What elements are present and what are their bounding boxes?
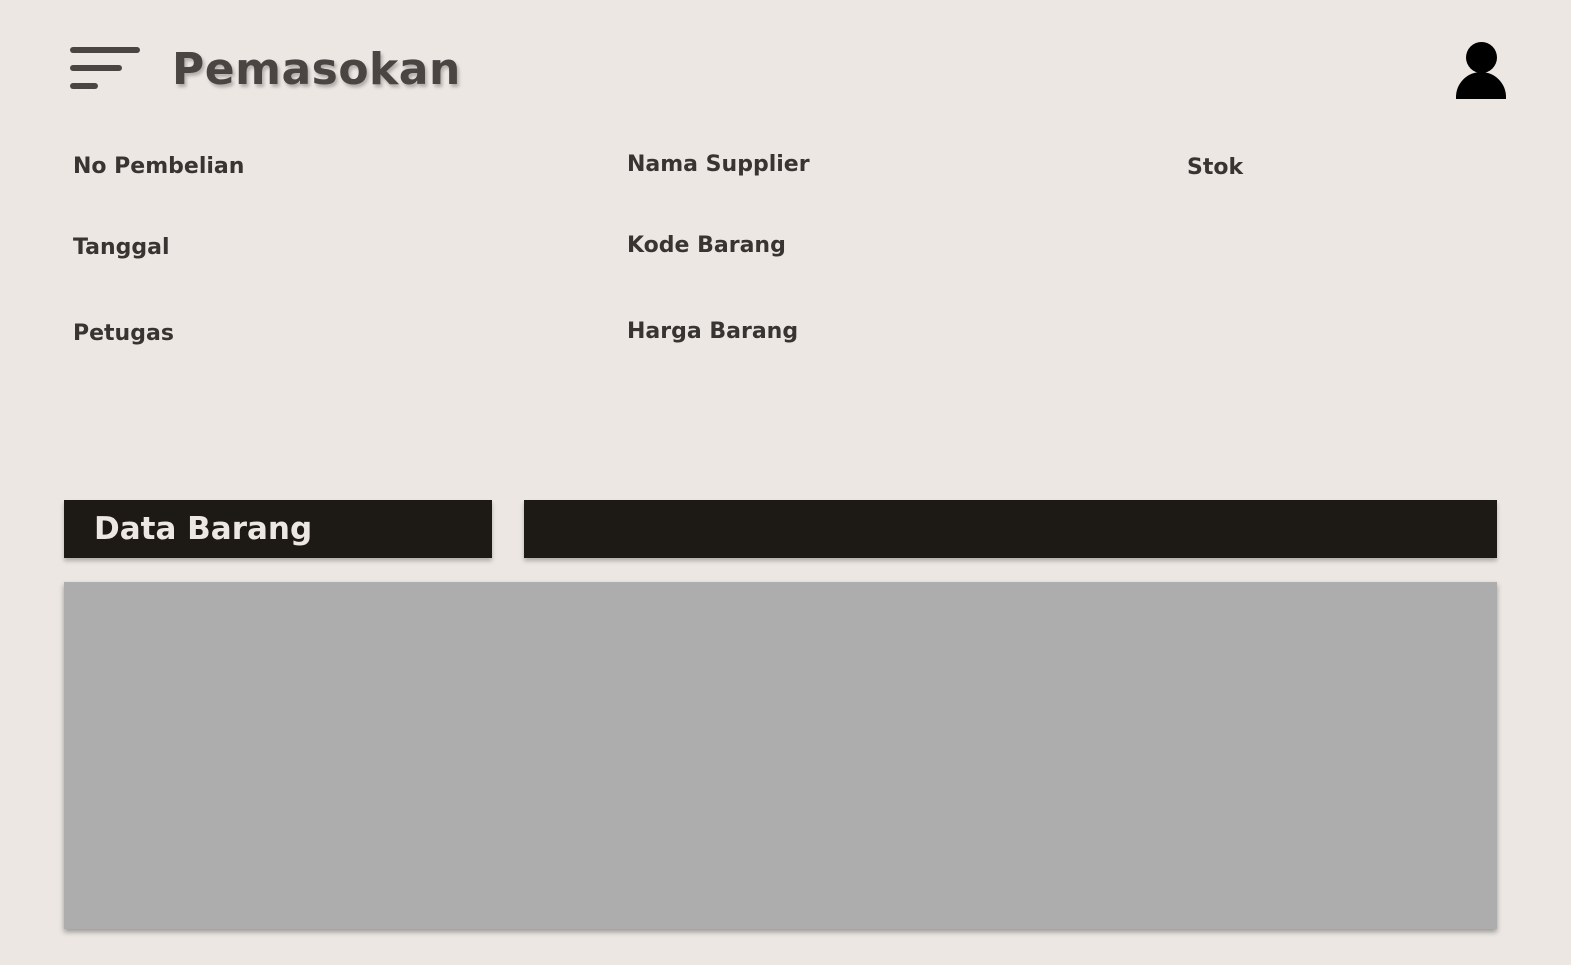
menu-line bbox=[70, 47, 140, 53]
hamburger-menu-icon[interactable] bbox=[70, 45, 142, 91]
tanggal-label: Tanggal bbox=[73, 235, 170, 260]
menu-line bbox=[70, 65, 122, 71]
user-icon-body bbox=[1456, 72, 1506, 99]
data-barang-title: Data Barang bbox=[94, 511, 313, 547]
search-bar[interactable] bbox=[524, 500, 1497, 558]
menu-line bbox=[70, 83, 98, 89]
harga-barang-label: Harga Barang bbox=[627, 319, 799, 344]
petugas-label: Petugas bbox=[73, 321, 174, 346]
kode-barang-label: Kode Barang bbox=[627, 233, 786, 258]
page-title: Pemasokan bbox=[172, 44, 461, 95]
data-barang-header: Data Barang bbox=[64, 500, 492, 558]
user-icon-head bbox=[1466, 42, 1497, 73]
data-barang-table[interactable] bbox=[64, 582, 1497, 929]
no-pembelian-label: No Pembelian bbox=[73, 154, 245, 179]
stok-label: Stok bbox=[1187, 155, 1244, 180]
nama-supplier-label: Nama Supplier bbox=[627, 152, 810, 177]
user-account-icon[interactable] bbox=[1455, 42, 1507, 100]
